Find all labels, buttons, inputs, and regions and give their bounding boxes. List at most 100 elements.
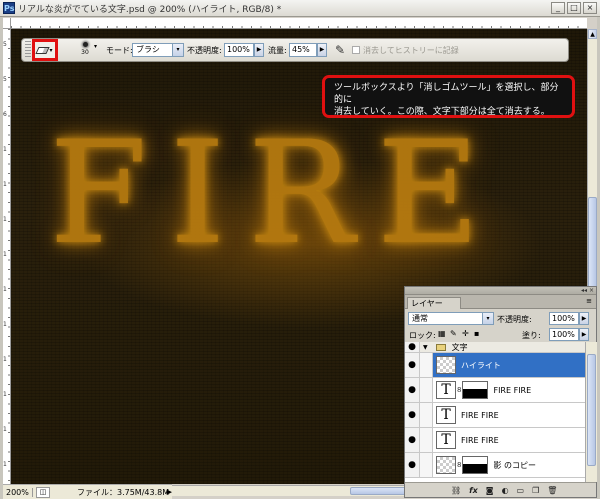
airbrush-icon[interactable]: ✎ xyxy=(332,42,348,58)
layer-row-selected[interactable]: ● ハイライト xyxy=(405,353,585,378)
opacity-field[interactable]: 100% xyxy=(224,43,254,57)
panel-header[interactable]: ◂◂ × xyxy=(405,287,596,295)
options-bar-grip-icon[interactable] xyxy=(25,41,31,59)
brush-picker-arrow[interactable]: ▾ xyxy=(94,43,97,50)
text-layer-icon: T xyxy=(436,406,456,424)
eye-icon[interactable]: ● xyxy=(405,428,420,452)
mode-select[interactable]: ブラシ ▾ xyxy=(132,43,184,57)
tab-layers[interactable]: レイヤー xyxy=(407,297,461,309)
layer-row[interactable]: ● 8 影 のコピー xyxy=(405,453,585,478)
flow-label: 流量: xyxy=(268,46,287,55)
lock-pixels-icon[interactable]: ✎ xyxy=(450,329,457,338)
layer-opacity-slider-button[interactable]: ▶ xyxy=(579,312,589,325)
panel-menu-icon[interactable]: ≡ xyxy=(586,297,592,305)
tool-preset-picker[interactable]: ▾ xyxy=(32,39,58,61)
layer-mask-thumbnail[interactable] xyxy=(462,381,489,399)
callout-line-1: ツールボックスより「消しゴムツール」を選択し、部分的に xyxy=(334,83,559,105)
panel-tabs: レイヤー ≡ xyxy=(405,295,596,309)
layer-thumbnail xyxy=(436,356,456,374)
layer-row-group[interactable]: ● ▼ 文字 xyxy=(405,342,585,353)
eye-icon[interactable]: ● xyxy=(405,403,420,427)
tool-options-bar: ▾ 30 ▾ モード: ブラシ ▾ 不透明度: 100% ▶ 流量: 45% ▶… xyxy=(21,38,569,62)
eye-icon[interactable]: ● xyxy=(405,353,420,377)
layers-panel-footer: ⛓ fx ◙ ◐ ▭ ❐ 🗑 xyxy=(405,482,596,497)
ruler-label: 5 xyxy=(3,41,7,48)
new-layer-icon[interactable]: ❐ xyxy=(532,486,539,495)
fx-icon[interactable]: fx xyxy=(469,486,478,495)
ruler-label: 6 xyxy=(3,111,7,118)
eraser-icon xyxy=(35,46,51,54)
chevron-down-icon: ▾ xyxy=(172,44,183,56)
ruler-label: 1 xyxy=(3,426,7,433)
eye-icon[interactable]: ● xyxy=(405,342,420,352)
layer-indent xyxy=(420,403,433,427)
chevron-down-icon: ▾ xyxy=(482,313,493,324)
flow-slider-button[interactable]: ▶ xyxy=(317,43,327,57)
zoom-level[interactable]: 200% xyxy=(3,487,33,497)
layers-scrollbar[interactable] xyxy=(585,342,597,482)
layer-opacity-field[interactable]: 100% xyxy=(549,312,579,325)
ruler-label: 1 xyxy=(3,461,7,468)
fill-label: 塗り: xyxy=(522,331,541,340)
lock-transparency-icon[interactable]: ▦ xyxy=(438,329,446,338)
layer-indent xyxy=(420,378,433,402)
layer-name: 影 のコピー xyxy=(493,460,537,470)
callout-line-2: 消去していく。この際、文字下部分は全て消去する。 xyxy=(334,107,550,117)
layer-indent xyxy=(420,453,433,477)
layer-row[interactable]: ● T 8 FIRE FIRE xyxy=(405,378,585,403)
folder-icon[interactable]: ▭ xyxy=(517,486,525,495)
eye-icon[interactable]: ● xyxy=(405,378,420,402)
layers-lock-row: ロック: ▦ ✎ ✛ ▪ 塗り: 100% ▶ xyxy=(405,327,596,343)
close-button[interactable]: × xyxy=(583,2,597,14)
layer-thumbnail xyxy=(436,456,456,474)
ruler-origin[interactable] xyxy=(3,18,11,29)
mask-icon[interactable]: ◙ xyxy=(486,486,494,495)
fill-field[interactable]: 100% xyxy=(549,328,579,341)
layers-list: ● ▼ 文字 ● ハイライト ● T 8 FIRE FIRE ● T FIRE … xyxy=(405,342,585,482)
chevron-down-icon: ▾ xyxy=(49,46,53,54)
blend-mode-select[interactable]: 通常 ▾ xyxy=(408,312,494,325)
brush-size: 30 xyxy=(81,49,89,56)
minimize-button[interactable]: _ xyxy=(551,2,565,14)
opacity-label: 不透明度: xyxy=(187,46,222,55)
ruler-label: 1 xyxy=(3,146,7,153)
maximize-button[interactable]: □ xyxy=(567,2,581,14)
expand-triangle-icon[interactable]: ▼ xyxy=(423,344,428,351)
photoshop-app-icon: Ps xyxy=(3,2,15,14)
document-profile-icon[interactable]: ◫ xyxy=(36,486,50,498)
ruler-label: 1 xyxy=(3,251,7,258)
status-menu-arrow[interactable]: ▶ xyxy=(167,488,172,496)
fill-slider-button[interactable]: ▶ xyxy=(579,328,589,341)
mode-label: モード: xyxy=(106,46,133,55)
adjustment-icon[interactable]: ◐ xyxy=(502,486,509,495)
ruler-label: 5 xyxy=(3,76,7,83)
layer-row[interactable]: ● T FIRE FIRE xyxy=(405,403,585,428)
panel-collapse-close-icon[interactable]: ◂◂ × xyxy=(581,287,594,294)
layer-name: ハイライト xyxy=(461,360,501,370)
erase-to-history-checkbox[interactable] xyxy=(352,46,360,54)
window-title: リアルな炎がでている文字.psd @ 200% (ハイライト, RGB/8) * xyxy=(18,4,282,15)
ruler-label: 1 xyxy=(3,356,7,363)
flow-field[interactable]: 45% xyxy=(289,43,317,57)
eye-icon[interactable]: ● xyxy=(405,453,420,477)
horizontal-ruler[interactable] xyxy=(11,18,587,29)
layers-scroll-thumb[interactable] xyxy=(587,354,596,466)
window-titlebar: Ps リアルな炎がでている文字.psd @ 200% (ハイライト, RGB/8… xyxy=(0,0,600,17)
lock-all-icon[interactable]: ▪ xyxy=(474,329,479,338)
file-size-info: ファイル：3.75M/43.8M xyxy=(77,487,170,497)
link-icon[interactable]: 8 xyxy=(457,461,461,469)
opacity-slider-button[interactable]: ▶ xyxy=(254,43,264,57)
ruler-label: 1 xyxy=(3,321,7,328)
scroll-up-arrow[interactable]: ▲ xyxy=(588,29,597,39)
link-icon[interactable]: ⛓ xyxy=(451,486,461,495)
link-icon[interactable]: 8 xyxy=(457,386,461,394)
layer-name: FIRE FIRE xyxy=(493,385,532,395)
ruler-label: 1 xyxy=(3,216,7,223)
blend-mode-value: 通常 xyxy=(412,314,428,323)
layer-mask-thumbnail[interactable] xyxy=(462,456,489,474)
vertical-ruler[interactable]: 5 5 6 1 1 1 1 1 1 1 1 1 1 xyxy=(3,29,11,484)
layer-name: 文字 xyxy=(451,342,468,352)
layer-row[interactable]: ● T FIRE FIRE xyxy=(405,428,585,453)
lock-position-icon[interactable]: ✛ xyxy=(462,329,469,338)
trash-icon[interactable]: 🗑 xyxy=(547,486,557,495)
